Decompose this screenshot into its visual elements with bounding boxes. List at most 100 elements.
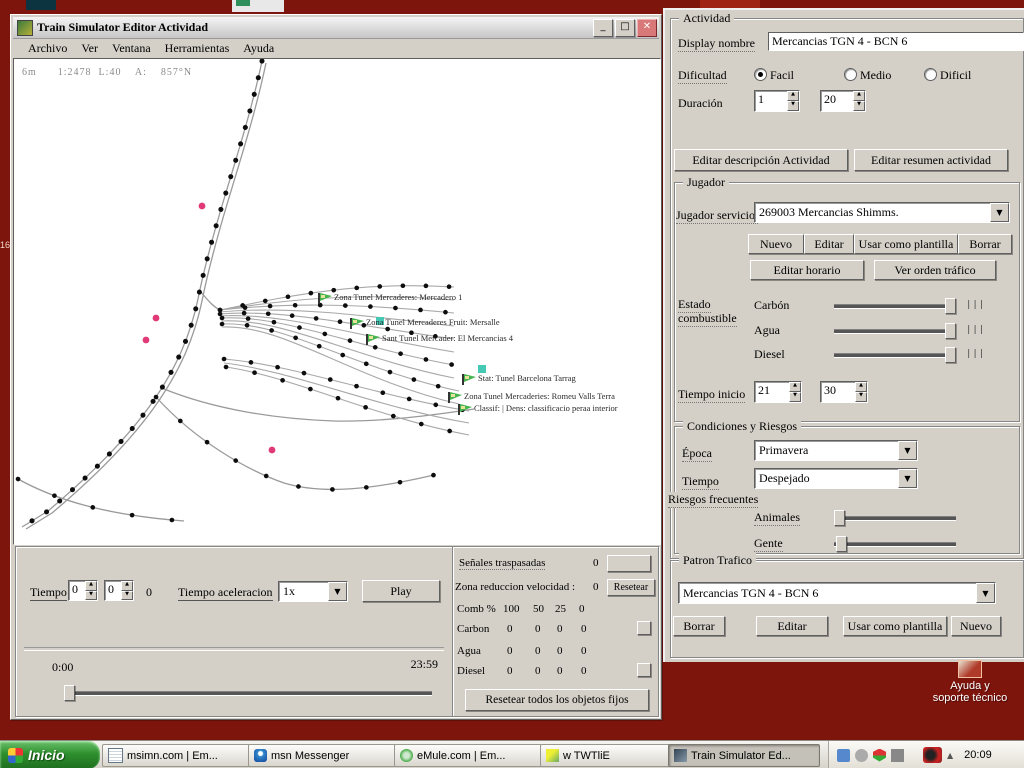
map-label: Zona Tunel Mercaderes Fruit: Mersalle <box>366 317 500 327</box>
start-hours-spinner[interactable]: 21▲▼ <box>754 381 802 403</box>
maximize-button[interactable]: □ <box>615 19 635 37</box>
weather-combobox[interactable]: Despejado▼ <box>754 468 918 489</box>
radio-medio[interactable]: Medio <box>844 68 891 83</box>
diesel-mini-button[interactable] <box>637 663 651 677</box>
service-new-button[interactable]: Nuevo <box>748 234 804 254</box>
tray-volume-icon[interactable] <box>855 749 868 762</box>
tray-network-icon[interactable] <box>837 749 850 762</box>
help-shortcut-icon[interactable] <box>958 660 982 678</box>
menu-ver[interactable]: Ver <box>74 41 105 56</box>
coal-v3: 0 <box>557 623 563 635</box>
chevron-down-icon[interactable]: ▼ <box>976 583 995 603</box>
timeline-slider[interactable] <box>64 685 432 701</box>
duration-minutes-spinner[interactable]: 20▲▼ <box>820 90 866 112</box>
taskbar-task-3[interactable]: eMule.com | Em... <box>394 744 542 767</box>
display-name-input[interactable] <box>768 32 1024 51</box>
water-slider[interactable] <box>834 323 956 339</box>
screen-artifact <box>26 0 56 10</box>
water-row-label: Agua <box>457 645 481 657</box>
windows-logo-icon <box>8 748 23 763</box>
minimize-button[interactable]: _ <box>593 19 613 37</box>
tray-app-icon[interactable] <box>891 749 904 762</box>
coal-slider-thumb[interactable] <box>945 298 956 314</box>
help-shortcut-label-2: soporte técnico <box>920 692 1020 704</box>
start-button-label: Inicio <box>28 747 65 763</box>
taskbar-task-1[interactable]: msimn.com | Em... <box>102 744 250 767</box>
signals-reset-button[interactable] <box>607 555 651 572</box>
time-minutes-spinner[interactable]: 0▲▼ <box>104 580 134 601</box>
map-label: Zona Tunel Mercaderies: Romeu Valls Terr… <box>464 391 615 401</box>
service-template-button[interactable]: Usar como plantilla <box>854 234 958 254</box>
traffic-edit-button[interactable]: Editar <box>756 616 828 636</box>
service-edit-button[interactable]: Editar <box>804 234 854 254</box>
start-minutes-spinner[interactable]: 30▲▼ <box>820 381 868 403</box>
people-slider[interactable] <box>834 536 956 552</box>
duration-hours-spinner[interactable]: 1▲▼ <box>754 90 800 112</box>
chevron-down-icon[interactable]: ▼ <box>328 582 347 601</box>
desktop-help-shortcut[interactable]: Ayuda y soporte técnico <box>920 660 1020 704</box>
hazards-label: Riesgos frecuentes <box>668 492 758 508</box>
reset-all-button[interactable]: Resetear todos los objetos fijos <box>465 689 649 711</box>
diesel-v1: 0 <box>507 665 513 677</box>
chevron-down-icon[interactable]: ▼ <box>898 469 917 488</box>
chevron-down-icon[interactable]: ▼ <box>898 441 917 460</box>
tray-shield-icon[interactable] <box>873 749 886 762</box>
coal-slider[interactable] <box>834 298 956 314</box>
view-traffic-button[interactable]: Ver orden tráfico <box>874 260 996 280</box>
radio-icon[interactable] <box>844 68 857 81</box>
coal-mini-button[interactable] <box>637 621 651 635</box>
diesel-slider-thumb[interactable] <box>945 347 956 363</box>
start-button[interactable]: Inicio <box>0 741 100 768</box>
time-hours-spinner[interactable]: 0▲▼ <box>68 580 98 601</box>
diesel-slider[interactable] <box>834 347 956 363</box>
taskbar-task-2[interactable]: msn Messenger <box>248 744 396 767</box>
map-viewport[interactable]: 6m 1:2478 L:40 A: 857°N <box>13 58 661 545</box>
menu-archivo[interactable]: Archivo <box>21 41 74 56</box>
accel-combobox[interactable]: 1x▼ <box>278 581 348 602</box>
fuel-col-50: 50 <box>533 603 544 615</box>
speed-reset-button[interactable]: Resetear <box>607 579 655 596</box>
player-service-combobox[interactable]: 269003 Mercancias Shimms.▼ <box>754 202 1010 223</box>
water-slider-thumb[interactable] <box>945 323 956 339</box>
taskbar-task-4[interactable]: w TWTliE <box>540 744 670 767</box>
radio-icon[interactable] <box>754 68 767 81</box>
accel-label: Tiempo aceleracion <box>178 585 273 601</box>
fuel-header-label: Comb % <box>457 603 496 615</box>
water-v2: 0 <box>535 645 541 657</box>
traffic-template-button[interactable]: Usar como plantilla <box>843 616 947 636</box>
traffic-pattern-combobox[interactable]: Mercancias TGN 4 - BCN 6▼ <box>678 582 996 604</box>
map-canvas[interactable]: Zona Tunel Mercaderes: Mercadero 1 Zona … <box>14 59 660 544</box>
activity-panel: Actividad Display nombre Dificultad Faci… <box>663 8 1024 662</box>
close-icon[interactable]: ✕ <box>637 19 657 37</box>
chevron-down-icon[interactable]: ▼ <box>990 203 1009 222</box>
season-label: Época <box>682 446 712 462</box>
menu-herramientas[interactable]: Herramientas <box>158 41 237 56</box>
title-bar[interactable]: Train Simulator Editor Actividad _ □ ✕ <box>13 17 659 39</box>
edit-description-button[interactable]: Editar descripción Actividad <box>674 149 848 171</box>
service-delete-button[interactable]: Borrar <box>958 234 1012 254</box>
season-combobox[interactable]: Primavera▼ <box>754 440 918 461</box>
play-button[interactable]: Play <box>362 580 440 602</box>
menu-ventana[interactable]: Ventana <box>105 41 158 56</box>
animals-slider-thumb[interactable] <box>834 510 845 526</box>
radio-dificil[interactable]: Dificil <box>924 68 971 83</box>
traffic-delete-button[interactable]: Borrar <box>673 616 725 636</box>
radio-icon[interactable] <box>924 68 937 81</box>
divider <box>24 647 444 651</box>
tray-camera-icon[interactable] <box>923 747 942 763</box>
menu-ayuda[interactable]: Ayuda <box>236 41 281 56</box>
document-icon <box>108 748 123 763</box>
radio-facil[interactable]: Facil <box>754 68 794 83</box>
traffic-new-button[interactable]: Nuevo <box>951 616 1001 636</box>
timeline-slider-thumb[interactable] <box>64 685 75 701</box>
tray-expand-icon[interactable]: ▲ <box>947 751 953 760</box>
edit-summary-button[interactable]: Editar resumen actividad <box>854 149 1008 171</box>
messenger-icon <box>254 749 267 762</box>
edit-timetable-button[interactable]: Editar horario <box>750 260 864 280</box>
taskbar-task-active[interactable]: Train Simulator Ed... <box>668 744 820 767</box>
water-v1: 0 <box>507 645 513 657</box>
animals-slider[interactable] <box>834 510 956 526</box>
window-title: Train Simulator Editor Actividad <box>37 20 591 35</box>
diesel-v4: 0 <box>581 665 587 677</box>
people-slider-thumb[interactable] <box>836 536 847 552</box>
